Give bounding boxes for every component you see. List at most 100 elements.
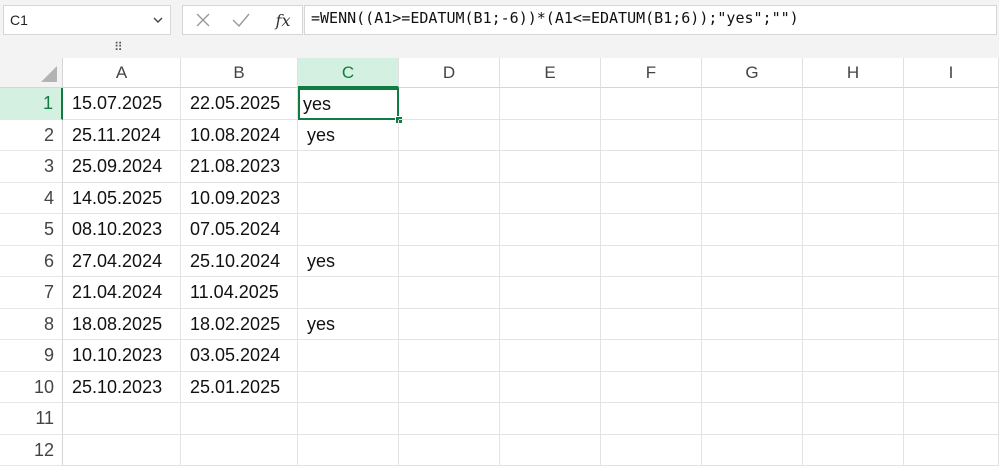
cell-g4[interactable]	[702, 183, 803, 215]
cell-a3[interactable]: 25.09.2024	[63, 151, 181, 183]
cell-i10[interactable]	[904, 372, 999, 404]
cell-b1[interactable]: 22.05.2025	[181, 88, 298, 120]
cell-c9[interactable]	[298, 340, 399, 372]
cell-i6[interactable]	[904, 246, 999, 278]
cell-c2[interactable]: yes	[298, 120, 399, 152]
cell-f12[interactable]	[601, 435, 702, 466]
row-header-2[interactable]: 2	[0, 120, 63, 152]
cell-g7[interactable]	[702, 277, 803, 309]
row-header-6[interactable]: 6	[0, 246, 63, 278]
cell-d11[interactable]	[399, 403, 500, 435]
cell-c11[interactable]	[298, 403, 399, 435]
column-header-f[interactable]: F	[601, 58, 702, 88]
row-header-9[interactable]: 9	[0, 340, 63, 372]
cell-g6[interactable]	[702, 246, 803, 278]
cell-e8[interactable]	[500, 309, 601, 341]
cell-f9[interactable]	[601, 340, 702, 372]
cell-g2[interactable]	[702, 120, 803, 152]
cell-e2[interactable]	[500, 120, 601, 152]
row-header-8[interactable]: 8	[0, 309, 63, 341]
cell-f5[interactable]	[601, 214, 702, 246]
cell-c1[interactable]: yes	[298, 88, 399, 120]
cell-i9[interactable]	[904, 340, 999, 372]
cell-b6[interactable]: 25.10.2024	[181, 246, 298, 278]
column-header-a[interactable]: A	[63, 58, 181, 88]
cell-f6[interactable]	[601, 246, 702, 278]
cell-d2[interactable]	[399, 120, 500, 152]
chevron-down-icon[interactable]	[152, 14, 164, 26]
row-header-10[interactable]: 10	[0, 372, 63, 404]
cell-f10[interactable]	[601, 372, 702, 404]
cell-d1[interactable]	[399, 88, 500, 120]
cell-d9[interactable]	[399, 340, 500, 372]
cell-e6[interactable]	[500, 246, 601, 278]
cell-h1[interactable]	[803, 88, 904, 120]
cell-a10[interactable]: 25.10.2023	[63, 372, 181, 404]
cell-i2[interactable]	[904, 120, 999, 152]
column-header-c[interactable]: C	[298, 58, 399, 88]
cell-c10[interactable]	[298, 372, 399, 404]
cell-a9[interactable]: 10.10.2023	[63, 340, 181, 372]
cell-e4[interactable]	[500, 183, 601, 215]
column-header-i[interactable]: I	[904, 58, 999, 88]
cell-h5[interactable]	[803, 214, 904, 246]
cell-g12[interactable]	[702, 435, 803, 466]
cell-i3[interactable]	[904, 151, 999, 183]
cell-h6[interactable]	[803, 246, 904, 278]
cell-b8[interactable]: 18.02.2025	[181, 309, 298, 341]
cell-i8[interactable]	[904, 309, 999, 341]
cell-e10[interactable]	[500, 372, 601, 404]
cell-a7[interactable]: 21.04.2024	[63, 277, 181, 309]
cell-i5[interactable]	[904, 214, 999, 246]
cell-c5[interactable]	[298, 214, 399, 246]
cell-f2[interactable]	[601, 120, 702, 152]
cell-h7[interactable]	[803, 277, 904, 309]
cell-c3[interactable]	[298, 151, 399, 183]
cell-a1[interactable]: 15.07.2025	[63, 88, 181, 120]
cell-i7[interactable]	[904, 277, 999, 309]
cell-h4[interactable]	[803, 183, 904, 215]
cell-d7[interactable]	[399, 277, 500, 309]
name-box[interactable]: C1	[3, 5, 171, 35]
cell-e3[interactable]	[500, 151, 601, 183]
cell-d8[interactable]	[399, 309, 500, 341]
cell-a2[interactable]: 25.11.2024	[63, 120, 181, 152]
cell-g9[interactable]	[702, 340, 803, 372]
cell-i4[interactable]	[904, 183, 999, 215]
cell-a6[interactable]: 27.04.2024	[63, 246, 181, 278]
enter-button[interactable]	[227, 6, 255, 34]
cell-a5[interactable]: 08.10.2023	[63, 214, 181, 246]
cell-f11[interactable]	[601, 403, 702, 435]
cell-d3[interactable]	[399, 151, 500, 183]
cell-g1[interactable]	[702, 88, 803, 120]
cell-f4[interactable]	[601, 183, 702, 215]
cell-e9[interactable]	[500, 340, 601, 372]
column-header-e[interactable]: E	[500, 58, 601, 88]
cell-h2[interactable]	[803, 120, 904, 152]
cell-e5[interactable]	[500, 214, 601, 246]
column-header-g[interactable]: G	[702, 58, 803, 88]
cell-a8[interactable]: 18.08.2025	[63, 309, 181, 341]
formula-input[interactable]: =WENN((A1>=EDATUM(B1;-6))*(A1<=EDATUM(B1…	[304, 5, 997, 35]
cell-a11[interactable]	[63, 403, 181, 435]
cell-f1[interactable]	[601, 88, 702, 120]
row-header-12[interactable]: 12	[0, 435, 63, 466]
row-header-7[interactable]: 7	[0, 277, 63, 309]
cell-d5[interactable]	[399, 214, 500, 246]
cell-d4[interactable]	[399, 183, 500, 215]
cell-a4[interactable]: 14.05.2025	[63, 183, 181, 215]
cell-b4[interactable]: 10.09.2023	[181, 183, 298, 215]
cell-e12[interactable]	[500, 435, 601, 466]
cell-g11[interactable]	[702, 403, 803, 435]
cell-c8[interactable]: yes	[298, 309, 399, 341]
cell-d10[interactable]	[399, 372, 500, 404]
cell-h9[interactable]	[803, 340, 904, 372]
cell-i11[interactable]	[904, 403, 999, 435]
row-header-11[interactable]: 11	[0, 403, 63, 435]
cell-b10[interactable]: 25.01.2025	[181, 372, 298, 404]
cell-b2[interactable]: 10.08.2024	[181, 120, 298, 152]
cell-f8[interactable]	[601, 309, 702, 341]
select-all-button[interactable]	[0, 58, 63, 88]
cell-h10[interactable]	[803, 372, 904, 404]
cell-b11[interactable]	[181, 403, 298, 435]
